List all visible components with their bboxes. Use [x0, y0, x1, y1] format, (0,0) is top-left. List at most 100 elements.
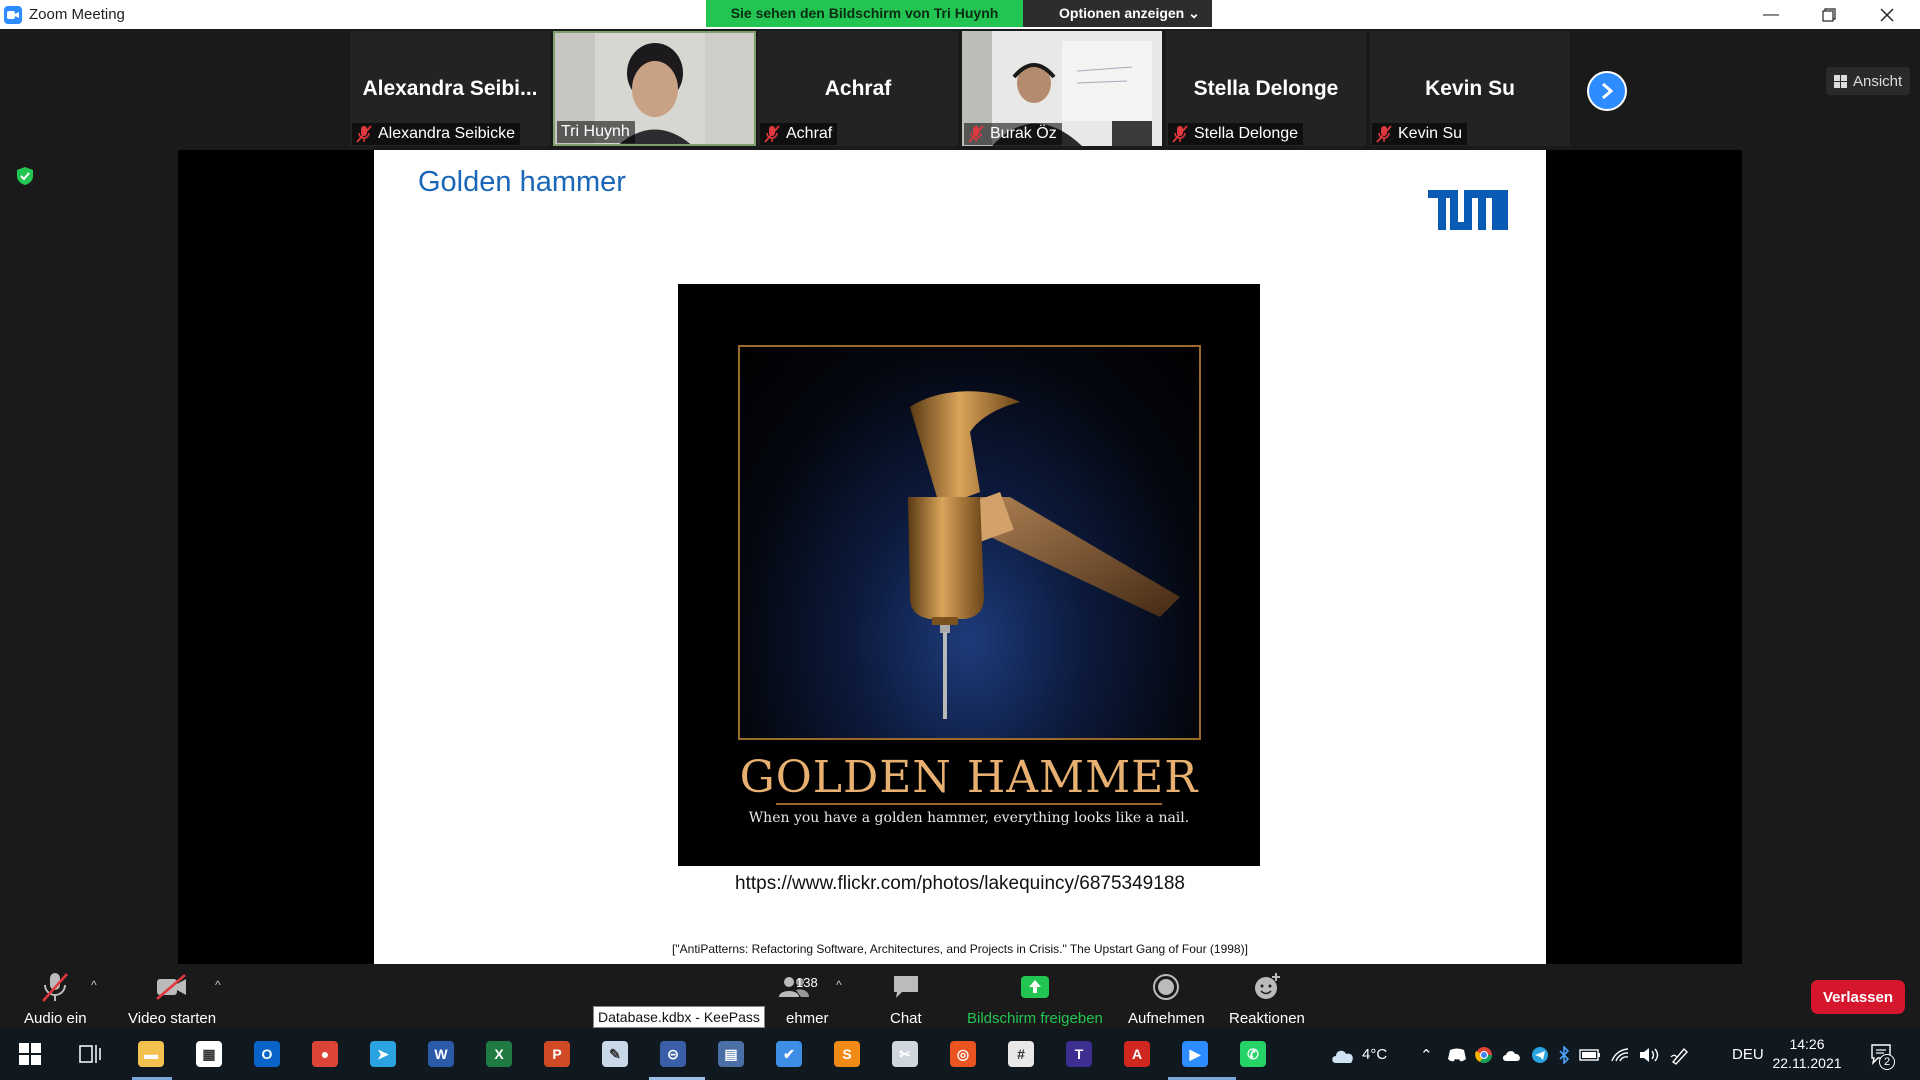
hammer-illustration [908, 391, 1180, 719]
participant-tile[interactable]: Achraf Achraf [758, 31, 958, 146]
sharing-notice: Sie sehen den Bildschirm von Tri Huynh [706, 0, 1023, 27]
view-options-button[interactable]: Optionen anzeigen ⌄ [1023, 0, 1212, 27]
zoom-app-icon [4, 5, 22, 24]
participant-tile[interactable]: Kevin Su Kevin Su [1370, 31, 1570, 146]
participant-name: Achraf [786, 125, 833, 142]
paint-icon: ✎ [602, 1041, 628, 1067]
pen-icon[interactable] [1670, 1045, 1690, 1065]
video-options-caret[interactable]: ^ [215, 978, 229, 992]
windows-taskbar: ▬ ▦ O ● ➤ W X P ✎ ⊝ ▤ ✔ S ✂ ◎ # T A ▶ ✆ 4°C ⌃ DEU 14:26 22.… [0, 1029, 1920, 1080]
chat-button[interactable]: Chat [890, 970, 922, 1027]
texstudio-taskbar-button[interactable]: T [1063, 1038, 1095, 1070]
muted-mic-icon [1376, 125, 1392, 143]
microsoft-store-taskbar-button[interactable]: ▦ [193, 1038, 225, 1070]
share-screen-label: Bildschirm freigeben [967, 1010, 1103, 1027]
audio-label: Audio ein [24, 1010, 87, 1027]
muted-microphone-icon [42, 973, 69, 1002]
task-view-button[interactable] [74, 1038, 106, 1070]
ubuntu-taskbar-button[interactable]: ◎ [947, 1038, 979, 1070]
restore-button[interactable] [1800, 0, 1858, 29]
restore-icon [1822, 7, 1836, 22]
participant-tile[interactable]: Stella Delonge Stella Delonge [1166, 31, 1366, 146]
excel-icon: X [486, 1041, 512, 1067]
record-label: Aufnehmen [1128, 1010, 1205, 1027]
zoom-taskbar-button[interactable]: ▶ [1179, 1038, 1211, 1070]
participant-tile[interactable]: Alexandra Seibi... Alexandra Seibicke [350, 31, 550, 146]
view-button[interactable]: Ansicht [1826, 67, 1911, 95]
excel-taskbar-button[interactable]: X [483, 1038, 515, 1070]
share-screen-button[interactable]: Bildschirm freigeben [967, 970, 1103, 1027]
input-language-indicator[interactable]: DEU [1732, 1029, 1764, 1080]
bluetooth-icon[interactable] [1558, 1045, 1570, 1064]
chrome-taskbar-button[interactable]: ● [309, 1038, 341, 1070]
encryption-shield-icon[interactable] [16, 166, 34, 186]
todo-taskbar-button[interactable]: ✔ [773, 1038, 805, 1070]
share-screen-icon [1020, 976, 1049, 998]
participant-label: Stella Delonge [1168, 123, 1304, 145]
telegram-taskbar-button[interactable]: ➤ [367, 1038, 399, 1070]
poster-frame [738, 345, 1201, 740]
whatsapp-icon: ✆ [1240, 1041, 1266, 1067]
video-label: Video starten [128, 1010, 217, 1027]
next-page-button[interactable] [1587, 71, 1627, 111]
battery-icon[interactable] [1579, 1048, 1601, 1062]
outlook-icon: O [254, 1041, 280, 1067]
calculator-taskbar-button[interactable]: ▤ [715, 1038, 747, 1070]
snipping-tool-taskbar-button[interactable]: ✂ [889, 1038, 921, 1070]
participant-count: 138 [796, 975, 818, 990]
slide-title: Golden hammer [418, 166, 626, 198]
volume-icon[interactable] [1639, 1047, 1661, 1063]
leave-meeting-button[interactable]: Verlassen [1811, 980, 1905, 1014]
participants-options-caret[interactable]: ^ [836, 978, 850, 992]
sublime-text-taskbar-button[interactable]: S [831, 1038, 863, 1070]
minimize-button[interactable]: — [1742, 0, 1800, 29]
whatsapp-taskbar-button[interactable]: ✆ [1237, 1038, 1269, 1070]
participants-button[interactable]: ehmer [760, 970, 829, 1027]
close-button[interactable] [1858, 0, 1916, 29]
participant-name: Alexandra Seibicke [378, 125, 515, 142]
wifi-icon[interactable] [1610, 1047, 1630, 1063]
slack-taskbar-button[interactable]: # [1005, 1038, 1037, 1070]
paint-taskbar-button[interactable]: ✎ [599, 1038, 631, 1070]
outlook-taskbar-button[interactable]: O [251, 1038, 283, 1070]
tray-overflow-button[interactable]: ⌃ [1420, 1029, 1433, 1080]
participant-display-name: Alexandra Seibi... [362, 77, 538, 100]
taskbar-clock[interactable]: 14:26 22.11.2021 [1766, 1035, 1848, 1073]
powerpoint-taskbar-button[interactable]: P [541, 1038, 573, 1070]
meeting-toolbar: Audio ein ^ Video starten ^ ehmer 138 ^ … [0, 964, 1920, 1029]
record-button[interactable]: Aufnehmen [1128, 970, 1205, 1027]
discord-icon[interactable] [1448, 1048, 1466, 1062]
start-button[interactable] [14, 1038, 46, 1070]
participant-display-name: Kevin Su [1425, 77, 1515, 100]
word-taskbar-button[interactable]: W [425, 1038, 457, 1070]
powerpoint-icon: P [544, 1041, 570, 1067]
participant-name: Kevin Su [1398, 125, 1463, 142]
poster-divider [776, 803, 1162, 805]
start-video-button[interactable]: Video starten [128, 970, 216, 1027]
file-explorer-taskbar-button[interactable]: ▬ [135, 1038, 167, 1070]
participant-gallery-strip: Alexandra Seibi... Alexandra Seibicke Tr… [0, 29, 1920, 150]
reactions-button[interactable]: Reaktionen [1229, 970, 1305, 1027]
close-icon [1880, 8, 1894, 21]
chrome-tray-icon[interactable] [1475, 1046, 1493, 1064]
image-source-url: https://www.flickr.com/photos/lakequincy… [735, 873, 1185, 894]
ubuntu-icon: ◎ [950, 1041, 976, 1067]
zoom-icon: ▶ [1182, 1041, 1208, 1067]
slack-icon: # [1008, 1041, 1034, 1067]
participant-label: Kevin Su [1372, 123, 1468, 145]
chevron-right-icon [1602, 82, 1614, 100]
participant-video-tile[interactable]: Burak Öz [962, 31, 1162, 146]
weather-widget[interactable]: 4°C [1330, 1029, 1387, 1080]
keepass-taskbar-button[interactable]: ⊝ [657, 1038, 689, 1070]
telegram-tray-icon[interactable] [1531, 1046, 1549, 1064]
acrobat-taskbar-button[interactable]: A [1121, 1038, 1153, 1070]
unmute-audio-button[interactable]: Audio ein [24, 970, 87, 1027]
participant-label: Burak Öz [964, 123, 1062, 145]
participant-video-tile[interactable]: Tri Huynh [553, 31, 756, 146]
poster-title: Golden Hammer [739, 752, 1199, 803]
audio-options-caret[interactable]: ^ [91, 978, 105, 992]
participant-display-name: Achraf [824, 77, 892, 100]
onedrive-icon[interactable] [1502, 1048, 1522, 1062]
record-icon [1153, 974, 1180, 1000]
window-title: Zoom Meeting [29, 6, 125, 23]
